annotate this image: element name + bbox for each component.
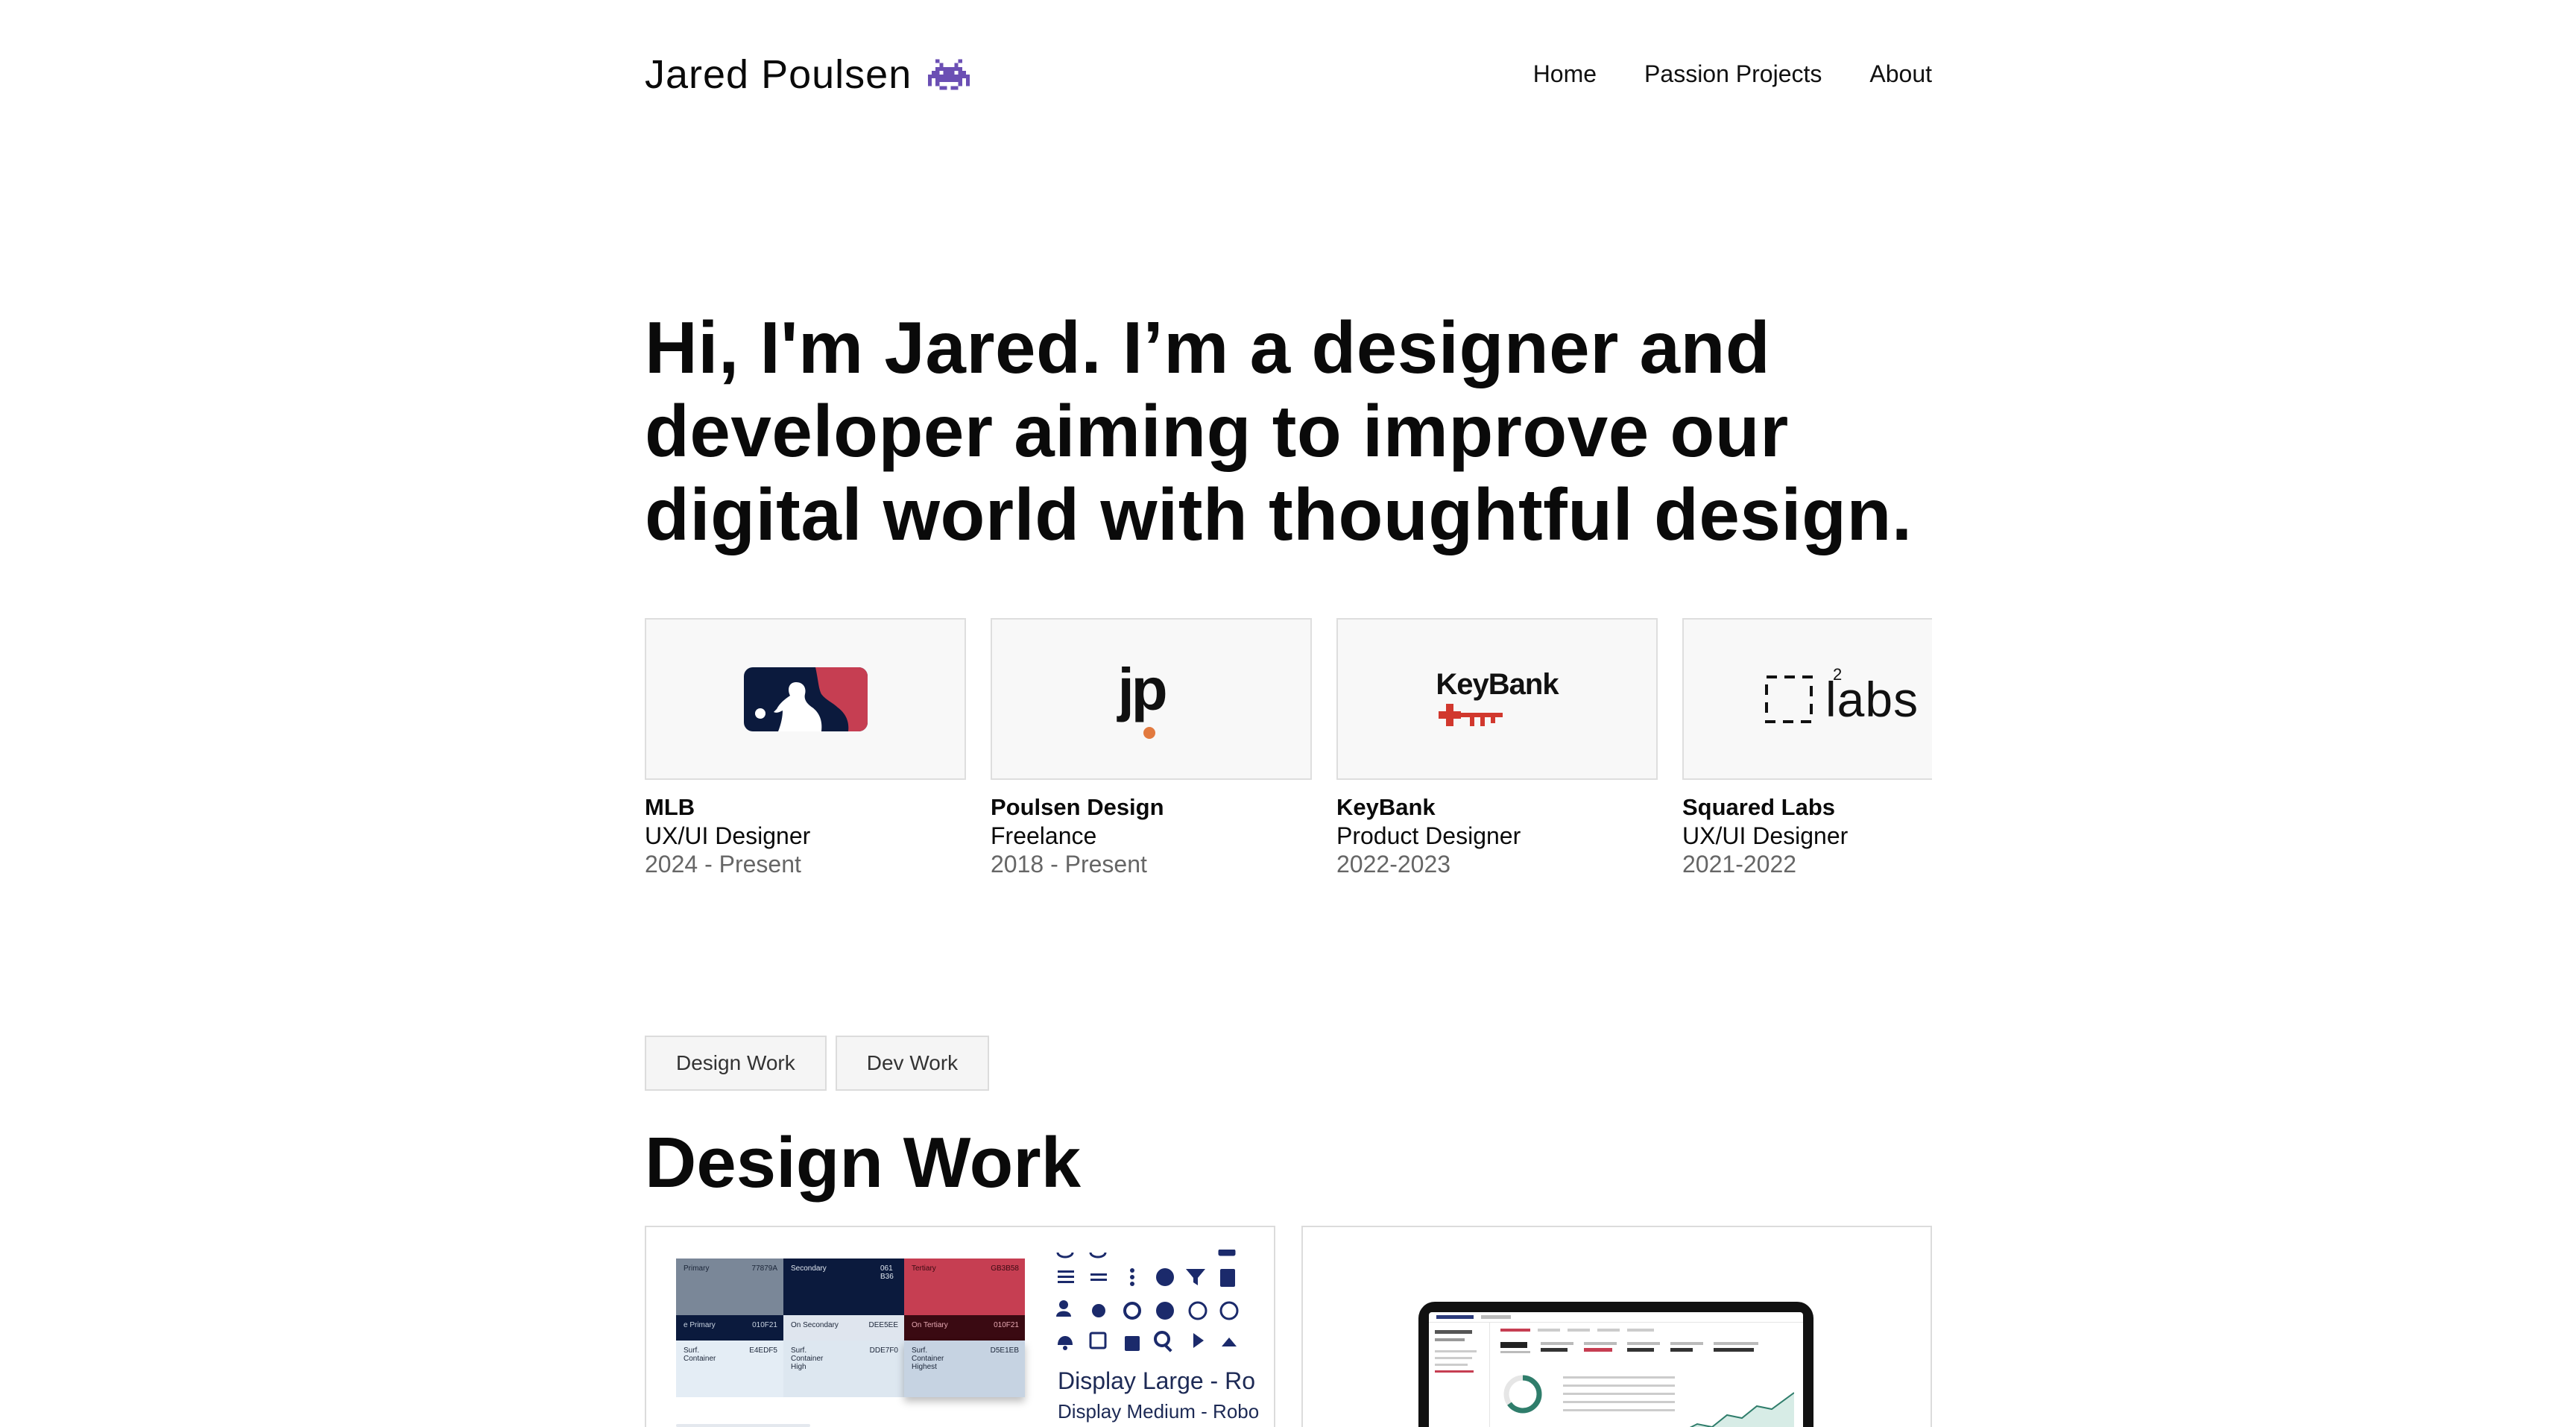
dashboard-table [1563,1376,1675,1417]
filter-dev-work[interactable]: Dev Work [835,1036,990,1091]
color-palette-preview: Primary 77879A Secondary 061 B36 Tertiar… [676,1259,1025,1427]
palette-secondary: Secondary 061 B36 [783,1259,904,1315]
experience-card-keybank[interactable]: KeyBank KeyBank Product Designer 2022-20… [1336,618,1658,878]
experience-years: 2021-2022 [1682,851,1797,878]
icon-set-preview [1056,1250,1239,1352]
squared-labs-mark: 2 labs [1764,665,1919,728]
palette-primary: Primary 77879A [676,1259,783,1315]
jp-logo-dot [1143,726,1155,739]
squared-labs-logo: 2 labs [1682,618,1932,780]
jp-logo-mark: jp [1117,655,1185,740]
squared-labs-sup: 2 [1833,664,1843,684]
design-work-card[interactable] [1301,1226,1932,1427]
page: Jared Poulsen Home Passion Projects Abou… [0,0,2576,1427]
palette-hex: D5E1EB [990,1346,1019,1355]
experience-years: 2022-2023 [1336,851,1451,878]
mlb-logo [645,618,966,780]
palette-surf-container-highest: Surf. Container Highest D5E1EB [904,1341,1025,1397]
site-header: Jared Poulsen Home Passion Projects Abou… [645,46,1932,102]
palette-hex: DDE7F0 [869,1346,898,1355]
keybank-logo-mark: KeyBank [1436,667,1559,731]
palette-on-tertiary: On Tertiary 010F21 [904,1315,1025,1341]
dashboard-screen [1429,1312,1803,1427]
space-invader-icon [928,59,970,89]
filter-design-work[interactable]: Design Work [645,1036,827,1091]
nav-home[interactable]: Home [1533,60,1597,88]
palette-label: On Secondary [791,1321,839,1329]
experience-role: UX/UI Designer [1682,822,1849,849]
key-icon [1439,703,1503,726]
tab-icon [1218,1250,1236,1256]
palette-on-primary: e Primary 010F21 [676,1315,783,1341]
palette-hex: 010F21 [994,1321,1019,1329]
laptop-mockup [1418,1302,1813,1427]
experience-card-mlb[interactable]: MLB UX/UI Designer 2024 - Present [645,618,966,878]
experience-card-poulsen-design[interactable]: jp Poulsen Design Freelance 2018 - Prese… [991,618,1312,878]
experience-list: MLB UX/UI Designer 2024 - Present jp Pou… [645,618,1932,886]
experience-company: KeyBank [1336,794,1436,820]
palette-label: Surf. Container Highest [912,1346,944,1371]
keybank-logo: KeyBank [1336,618,1658,780]
nav-passion-projects[interactable]: Passion Projects [1644,60,1822,88]
mlb-logo-icon [743,667,868,731]
section-title: Design Work [645,1123,1081,1203]
experience-company: Poulsen Design [991,794,1164,820]
palette-hex: DEE5EE [868,1321,898,1329]
hero-heading: Hi, I'm Jared. I’m a designer and develo… [645,306,1913,555]
design-work-card[interactable]: Primary 77879A Secondary 061 B36 Tertiar… [645,1226,1275,1427]
jp-logo: jp [991,618,1312,780]
palette-surf-container-high: Surf. Container High DDE7F0 [783,1341,904,1397]
dashboard-topbar [1429,1312,1803,1323]
experience-years: 2018 - Present [991,851,1147,878]
palette-on-secondary: On Secondary DEE5EE [783,1315,904,1341]
brand[interactable]: Jared Poulsen [645,51,970,98]
palette-hex: 010F21 [752,1321,777,1329]
palette-label: Surf. Container [684,1346,716,1363]
palette-divider [676,1424,810,1427]
palette-surf-container: Surf. Container E4EDF5 [676,1341,783,1397]
palette-label: e Primary [684,1321,716,1329]
type-sample-medium: Display Medium - Robo [1058,1400,1260,1423]
palette-label: Surf. Container High [791,1346,824,1371]
main-nav: Home Passion Projects About [1486,60,1932,88]
experience-role: Freelance [991,822,1097,849]
dashboard-sidebar [1429,1323,1490,1427]
experience-years: 2024 - Present [645,851,801,878]
donut-chart-icon [1503,1375,1542,1414]
experience-card-squared-labs[interactable]: 2 labs Squared Labs UX/UI Designer 2021-… [1682,618,1932,878]
palette-hex: GB3B58 [991,1264,1019,1273]
experience-role: UX/UI Designer [645,822,811,849]
type-sample-large: Display Large - Ro [1058,1367,1255,1394]
dashboard-kpis [1500,1342,1796,1364]
line-chart-icon [1689,1392,1794,1427]
cloud-icon [1056,1252,1074,1259]
dashboard-tabs [1500,1329,1796,1336]
palette-label: On Tertiary [912,1321,948,1329]
experience-company: MLB [645,794,695,820]
circle-icon [1089,1252,1107,1259]
palette-label: Primary [684,1264,710,1273]
palette-label: Secondary [791,1264,827,1273]
nav-about[interactable]: About [1869,60,1932,88]
keybank-logo-text: KeyBank [1436,667,1559,701]
dashed-square-icon [1765,675,1813,723]
palette-hex: E4EDF5 [749,1346,777,1355]
work-filters: Design Work Dev Work [645,1036,990,1091]
palette-hex: 061 B36 [880,1264,894,1281]
palette-hex: 77879A [751,1264,777,1273]
jp-logo-text: jp [1117,655,1168,722]
palette-label: Tertiary [912,1264,936,1273]
experience-role: Product Designer [1336,822,1521,849]
site-name[interactable]: Jared Poulsen [645,51,912,98]
palette-tertiary: Tertiary GB3B58 [904,1259,1025,1315]
experience-company: Squared Labs [1682,794,1835,820]
